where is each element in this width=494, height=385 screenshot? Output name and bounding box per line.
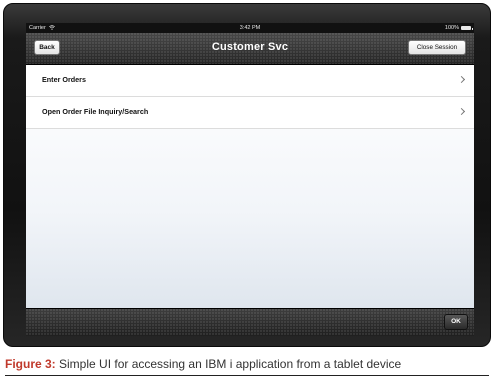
status-bar: Carrier 3:42 PM 100% [26,23,474,33]
ok-button[interactable]: OK [444,314,468,330]
menu-item-enter-orders[interactable]: Enter Orders [26,65,474,97]
figure-label: Figure 3: [5,357,56,371]
chevron-right-icon [457,75,466,84]
menu-item-label: Open Order File Inquiry/Search [42,107,149,116]
bottom-toolbar: OK [26,308,474,336]
figure-caption-text: Simple UI for accessing an IBM i applica… [59,357,402,371]
status-time: 3:42 PM [239,25,261,31]
close-session-button[interactable]: Close Session [408,40,466,55]
caption-divider [5,375,489,376]
menu-item-open-order-inquiry[interactable]: Open Order File Inquiry/Search [26,97,474,129]
page-title: Customer Svc [211,41,289,53]
tablet-device-frame: Carrier 3:42 PM 100% Back Customer Svc C… [3,3,491,347]
navigation-bar: Back Customer Svc Close Session [26,33,474,65]
battery-indicator: 100% [444,23,473,33]
battery-icon [461,26,473,30]
figure-caption: Figure 3: Simple UI for accessing an IBM… [5,357,401,371]
tablet-screen: Carrier 3:42 PM 100% Back Customer Svc C… [26,23,474,336]
chevron-right-icon [457,107,466,116]
menu-list: Enter Orders Open Order File Inquiry/Sea… [26,65,474,308]
menu-item-label: Enter Orders [42,75,86,84]
battery-percent: 100% [444,25,459,31]
